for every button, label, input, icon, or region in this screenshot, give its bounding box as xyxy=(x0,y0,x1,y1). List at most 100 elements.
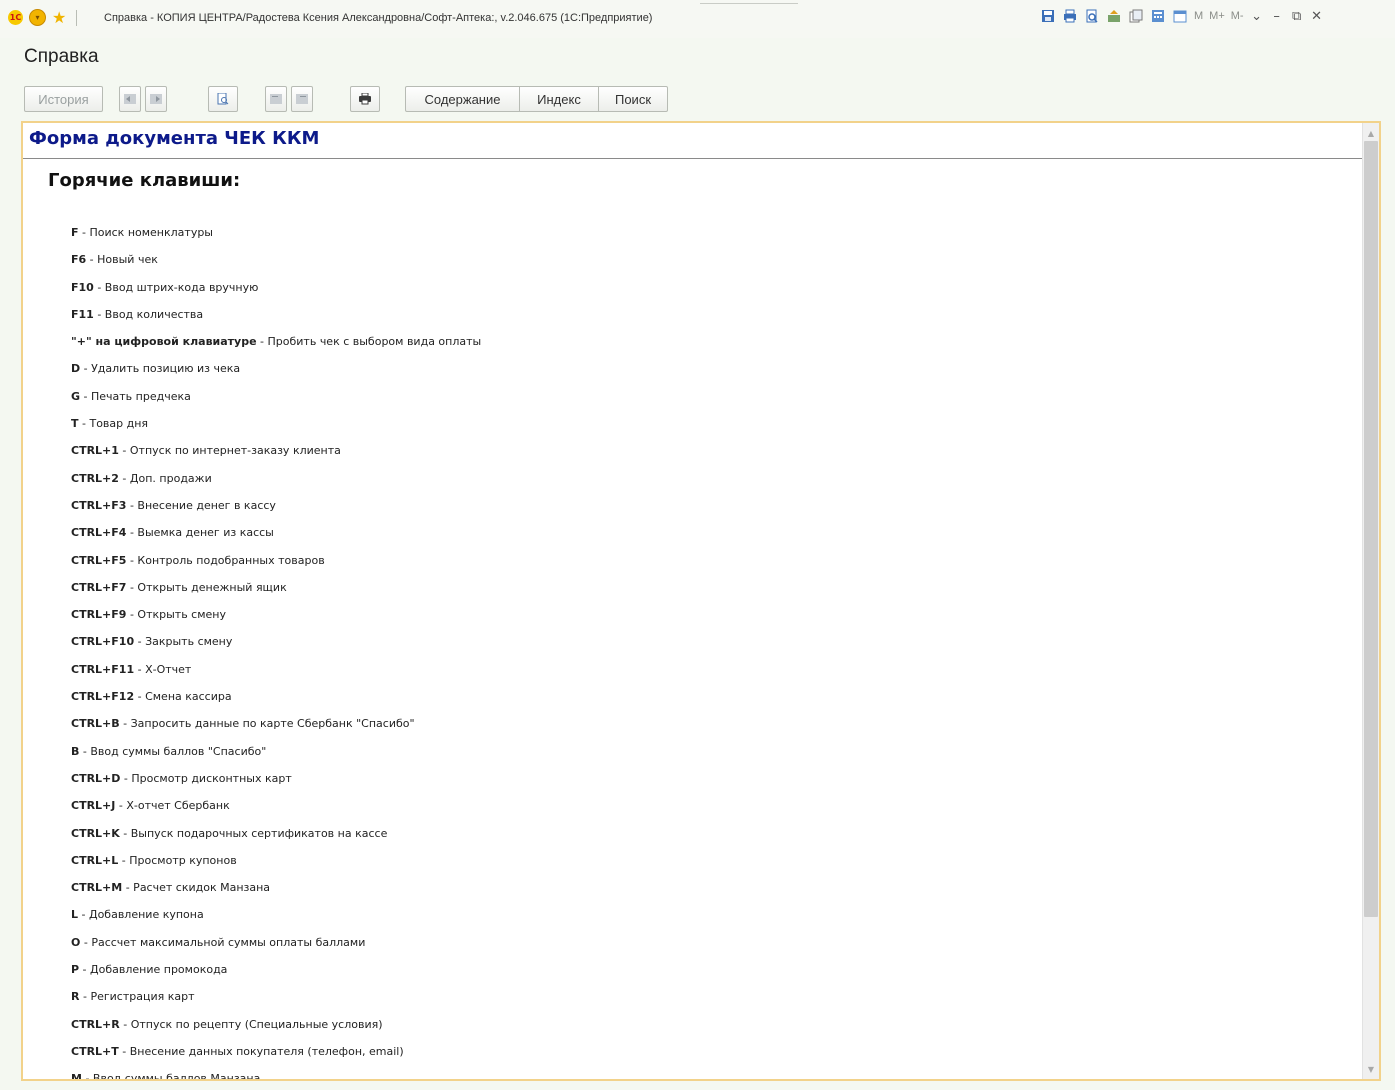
favorites-star-icon[interactable]: ★ xyxy=(52,10,66,26)
print-button[interactable] xyxy=(350,86,380,112)
window-title: Справка - КОПИЯ ЦЕНТРА/Радостева Ксения … xyxy=(104,12,653,24)
hotkey-description: - Добавление промокода xyxy=(79,963,228,977)
scrollbar-thumb[interactable] xyxy=(1364,141,1378,917)
hotkey-item: G - Печать предчека xyxy=(71,389,481,416)
hotkey-description: - Расчет скидок Манзана xyxy=(122,881,271,895)
memory-add-button[interactable]: M+ xyxy=(1209,10,1225,22)
hotkey-description: - Доп. продажи xyxy=(118,471,212,485)
next-topic-button[interactable] xyxy=(291,86,313,112)
hotkey-item: CTRL+1 - Отпуск по интернет-заказу клиен… xyxy=(71,443,481,470)
previous-topic-button[interactable] xyxy=(265,86,287,112)
hotkey-key: F11 xyxy=(71,307,94,321)
hotkey-key: CTRL+F9 xyxy=(71,608,127,622)
hotkey-description: - Выпуск подарочных сертификатов на касс… xyxy=(119,826,388,840)
hotkey-description: - Закрыть смену xyxy=(134,635,233,649)
hotkey-item: L - Добавление купона xyxy=(71,907,481,934)
hotkey-item: D - Удалить позицию из чека xyxy=(71,361,481,388)
tab-index[interactable]: Индекс xyxy=(519,87,598,111)
forward-arrow-icon xyxy=(149,93,163,105)
hotkey-key: CTRL+F11 xyxy=(71,662,135,676)
hotkey-item: CTRL+F7 - Открыть денежный ящик xyxy=(71,580,481,607)
scroll-down-arrow-icon[interactable]: ▼ xyxy=(1363,1061,1379,1077)
hotkey-key: CTRL+L xyxy=(71,853,119,867)
page-title: Справка xyxy=(24,46,99,67)
scroll-up-arrow-icon[interactable]: ▲ xyxy=(1363,125,1379,141)
hotkey-description: - Открыть денежный ящик xyxy=(126,580,287,594)
hotkey-description: - Рассчет максимальной суммы оплаты балл… xyxy=(80,935,366,949)
hotkey-item: CTRL+F4 - Выемка денег из кассы xyxy=(71,525,481,552)
chevron-down-icon[interactable]: ⌄ xyxy=(1250,9,1264,24)
hotkey-item: CTRL+J - Х-отчет Сбербанк xyxy=(71,798,481,825)
minimize-icon[interactable]: – xyxy=(1270,9,1284,24)
hotkey-item: F6 - Новый чек xyxy=(71,252,481,279)
hotkey-item: CTRL+R - Отпуск по рецепту (Специальные … xyxy=(71,1017,481,1044)
send-icon[interactable] xyxy=(1106,8,1122,24)
hotkey-description: - Ввод суммы баллов "Спасибо" xyxy=(79,744,267,758)
history-button[interactable]: История xyxy=(24,86,103,112)
hotkey-item: F - Поиск номенклатуры xyxy=(71,225,481,252)
hotkey-key: CTRL+F7 xyxy=(71,580,127,594)
hotkey-description: - Просмотр купонов xyxy=(118,853,237,867)
hotkey-item: F10 - Ввод штрих-кода вручную xyxy=(71,280,481,307)
tab-contents[interactable]: Содержание xyxy=(406,87,519,111)
hotkey-item: F11 - Ввод количества xyxy=(71,307,481,334)
hotkey-list: F - Поиск номенклатуры F6 - Новый чек F10 … xyxy=(71,225,481,1079)
find-in-page-button[interactable] xyxy=(208,86,238,112)
forward-button[interactable] xyxy=(145,86,167,112)
app-logo-icon[interactable]: 1С xyxy=(8,10,23,25)
hotkey-item: CTRL+D - Просмотр дисконтных карт xyxy=(71,771,481,798)
hotkey-description: - Отпуск по интернет-заказу клиента xyxy=(118,444,341,458)
hotkey-key: L xyxy=(71,908,79,922)
hotkey-key: CTRL+F5 xyxy=(71,553,127,567)
hotkey-key: O xyxy=(71,935,81,949)
memory-subtract-button[interactable]: M- xyxy=(1231,10,1244,22)
hotkey-item: CTRL+M - Расчет скидок Манзана xyxy=(71,880,481,907)
memory-m-button[interactable]: M xyxy=(1194,10,1203,22)
hotkey-key: CTRL+D xyxy=(71,771,121,785)
tab-search[interactable]: Поиск xyxy=(598,87,667,111)
hotkey-description: - Отпуск по рецепту (Специальные условия… xyxy=(119,1017,383,1031)
hotkey-key: CTRL+B xyxy=(71,717,120,731)
hotkey-key: P xyxy=(71,963,80,977)
back-button[interactable] xyxy=(119,86,141,112)
hotkey-description: - Товар дня xyxy=(78,417,149,431)
hotkey-key: CTRL+F10 xyxy=(71,635,135,649)
hotkey-item: R - Регистрация карт xyxy=(71,989,481,1016)
copy-icon[interactable] xyxy=(1128,8,1144,24)
hotkey-item: P - Добавление промокода xyxy=(71,962,481,989)
hotkey-key: F10 xyxy=(71,280,94,294)
hotkey-key: D xyxy=(71,362,81,376)
hotkey-key: CTRL+1 xyxy=(71,444,119,458)
hotkey-item: T - Товар дня xyxy=(71,416,481,443)
back-arrow-icon xyxy=(123,93,137,105)
calendar-icon[interactable] xyxy=(1172,8,1188,24)
hotkey-key: CTRL+2 xyxy=(71,471,119,485)
hotkey-description: - Смена кассира xyxy=(134,690,232,704)
hotkey-description: - Внесение денег в кассу xyxy=(126,498,276,512)
hotkey-key: F xyxy=(71,226,79,239)
restore-icon[interactable]: ⧉ xyxy=(1290,9,1304,24)
print-preview-icon[interactable] xyxy=(1084,8,1100,24)
hotkey-key: CTRL+F3 xyxy=(71,498,127,512)
hotkey-description: - Печать предчека xyxy=(80,389,191,403)
title-divider xyxy=(700,3,798,4)
save-icon[interactable] xyxy=(1040,8,1056,24)
hotkey-key: G xyxy=(71,389,81,403)
close-icon[interactable]: ✕ xyxy=(1310,9,1324,24)
hotkey-description: - Удалить позицию из чека xyxy=(80,362,241,376)
hotkey-item: CTRL+F5 - Контроль подобранных товаров xyxy=(71,553,481,580)
hotkey-key: CTRL+M xyxy=(71,881,123,895)
hotkey-key: T xyxy=(71,417,79,431)
hotkey-key: CTRL+K xyxy=(71,826,120,840)
previous-topic-icon xyxy=(269,93,283,105)
calculator-icon[interactable] xyxy=(1150,8,1166,24)
hotkey-item: M - Ввод суммы баллов Манзана xyxy=(71,1071,481,1079)
hotkey-description: - Добавление купона xyxy=(78,908,204,922)
print-icon[interactable] xyxy=(1062,8,1078,24)
main-menu-icon[interactable]: ▾ xyxy=(29,9,46,26)
vertical-scrollbar[interactable]: ▲ ▼ xyxy=(1362,123,1379,1079)
hotkey-description: - Ввод количества xyxy=(93,307,204,321)
title-divider-line xyxy=(23,158,1363,159)
printer-icon xyxy=(358,93,372,105)
hotkey-description: - Открыть смену xyxy=(126,608,226,622)
